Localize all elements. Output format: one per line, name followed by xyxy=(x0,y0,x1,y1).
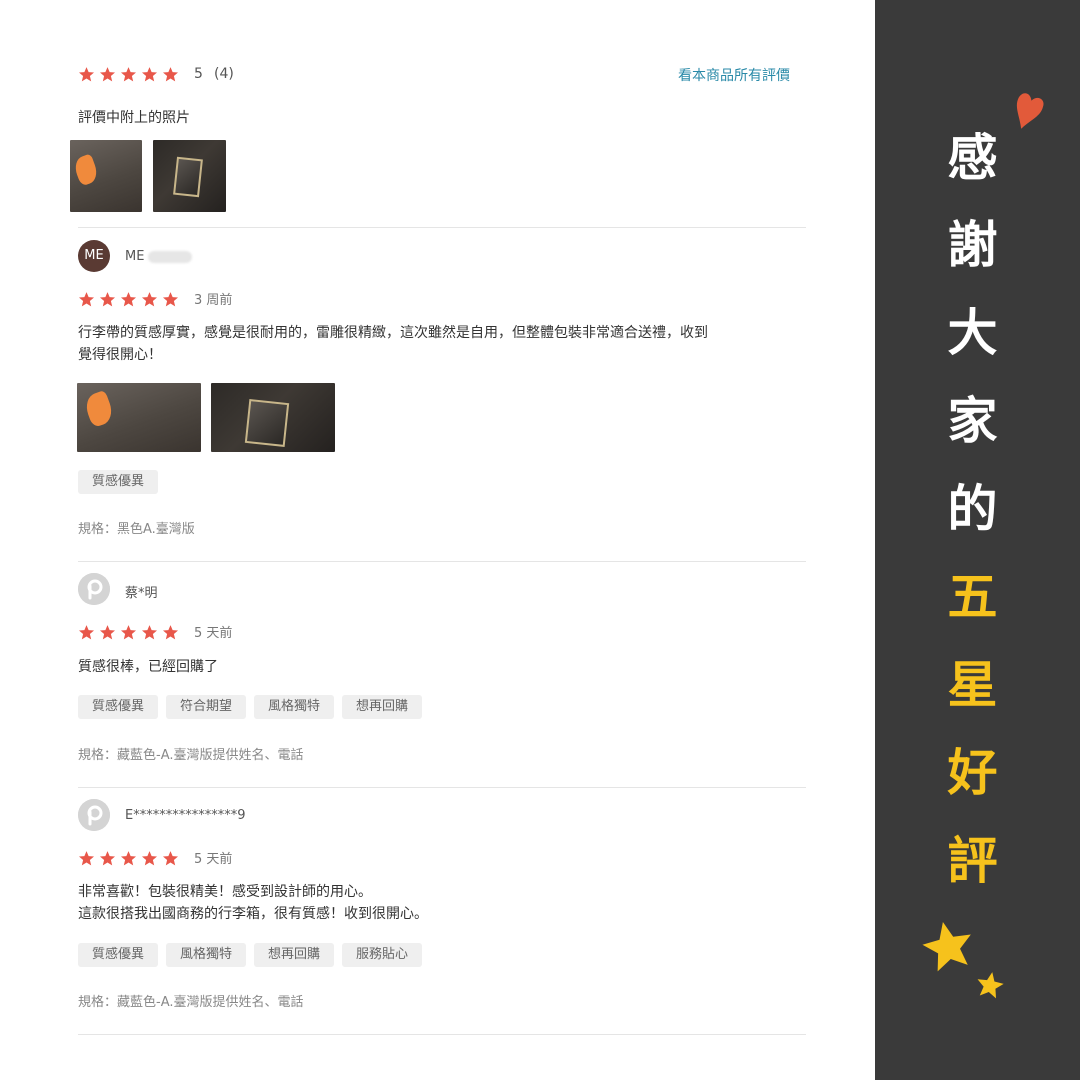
review-time: 5 天前 xyxy=(194,852,233,867)
banner-char: 謝 xyxy=(947,216,998,274)
summary-review-count: (4) xyxy=(214,66,234,82)
banner-char: 感 xyxy=(947,129,998,187)
reviewer-name: E****************9 xyxy=(125,808,246,823)
review-stars xyxy=(78,850,179,867)
review-time: 3 周前 xyxy=(194,293,233,308)
tag[interactable]: 風格獨特 xyxy=(166,943,247,967)
banner-char: 評 xyxy=(947,832,998,890)
tag[interactable]: 風格獨特 xyxy=(254,695,335,719)
banner-char: 家 xyxy=(947,392,998,450)
star-decoration-icon xyxy=(977,972,1004,999)
review-time: 5 天前 xyxy=(194,626,233,641)
avatar-placeholder-icon xyxy=(78,799,110,831)
star-icon xyxy=(162,66,179,83)
star-icon xyxy=(120,624,137,641)
review-photos-title: 評價中附上的照片 xyxy=(78,110,190,126)
review-text: 非常喜歡！包裝很精美！感受到設計師的用心。 這款很搭我出國商務的行李箱，很有質感… xyxy=(78,881,808,925)
star-icon xyxy=(162,624,179,641)
summary-stars xyxy=(78,66,179,83)
rating-summary: 5 (4) 看本商品所有評價 xyxy=(78,64,793,86)
star-icon xyxy=(78,624,95,641)
star-icon xyxy=(99,291,116,308)
tag[interactable]: 想再回購 xyxy=(342,695,423,719)
star-icon xyxy=(120,291,137,308)
review-photo-thumbnail[interactable] xyxy=(70,140,142,212)
star-icon xyxy=(120,66,137,83)
review-photo[interactable] xyxy=(77,383,201,452)
review-text-line: 非常喜歡！包裝很精美！感受到設計師的用心。 xyxy=(78,884,372,900)
star-icon xyxy=(78,850,95,867)
star-icon xyxy=(141,850,158,867)
product-spec: 規格：黑色A.臺灣版 xyxy=(78,522,195,537)
review-photo-thumbnail[interactable] xyxy=(153,140,226,212)
reviews-panel: 5 (4) 看本商品所有評價 評價中附上的照片 ME ME 3 周前 行李帶的質… xyxy=(0,0,875,1080)
star-icon xyxy=(162,850,179,867)
review-tags: 質感優異 符合期望 風格獨特 想再回購 xyxy=(78,695,423,719)
tag[interactable]: 符合期望 xyxy=(166,695,247,719)
heart-icon xyxy=(1016,93,1044,129)
review-stars xyxy=(78,624,179,641)
summary-score: 5 xyxy=(194,66,203,82)
review-text: 質感很棒，已經回購了 xyxy=(78,656,808,678)
banner-char: 大 xyxy=(947,304,998,362)
divider xyxy=(78,1034,806,1035)
review-tags: 質感優異 風格獨特 想再回購 服務貼心 xyxy=(78,943,423,967)
reviewer-name: ME xyxy=(125,249,193,264)
star-icon xyxy=(120,850,137,867)
star-icon xyxy=(78,66,95,83)
thanks-banner: 感 謝 大 家 的 五 星 好 評 xyxy=(875,0,1080,1080)
review-text: 行李帶的質感厚實，感覺是很耐用的，雷雕很精緻，這次雖然是自用，但整體包裝非常適合… xyxy=(78,322,808,366)
star-icon xyxy=(141,66,158,83)
star-icon xyxy=(99,624,116,641)
product-spec: 規格：藏藍色-A.臺灣版提供姓名、電話 xyxy=(78,748,304,763)
review-photo[interactable] xyxy=(211,383,335,452)
star-icon xyxy=(99,850,116,867)
banner-char: 五 xyxy=(947,568,998,626)
review-stars xyxy=(78,291,179,308)
review-text-line: 質感很棒，已經回購了 xyxy=(78,659,218,675)
star-icon xyxy=(162,291,179,308)
review-text-line: 這款很搭我出國商務的行李箱，很有質感！收到很開心。 xyxy=(78,906,428,922)
divider xyxy=(78,787,806,788)
product-spec: 規格：藏藍色-A.臺灣版提供姓名、電話 xyxy=(78,995,304,1010)
review-rating: 5 天前 xyxy=(78,848,232,867)
banner-char: 好 xyxy=(947,744,998,802)
blurred-name xyxy=(148,250,193,263)
star-decoration-icon xyxy=(922,922,971,972)
tag[interactable]: 服務貼心 xyxy=(342,943,423,967)
divider xyxy=(78,561,806,562)
review-tags: 質感優異 xyxy=(78,470,159,494)
banner-char: 的 xyxy=(947,480,998,538)
tag[interactable]: 想再回購 xyxy=(254,943,335,967)
tag[interactable]: 質感優異 xyxy=(78,695,159,719)
review-rating: 5 天前 xyxy=(78,622,232,641)
star-icon xyxy=(141,291,158,308)
tag[interactable]: 質感優異 xyxy=(78,470,159,494)
star-icon xyxy=(141,624,158,641)
avatar: ME xyxy=(78,240,110,272)
all-reviews-link[interactable]: 看本商品所有評價 xyxy=(678,65,790,85)
avatar-placeholder-icon xyxy=(78,573,110,605)
reviewer-name: 蔡*明 xyxy=(125,586,158,601)
banner-char: 星 xyxy=(947,656,998,714)
review-rating: 3 周前 xyxy=(78,289,232,308)
star-icon xyxy=(99,66,116,83)
review-text-line: 行李帶的質感厚實，感覺是很耐用的，雷雕很精緻，這次雖然是自用，但整體包裝非常適合… xyxy=(78,325,708,341)
reviewer-name-text: ME xyxy=(125,249,145,264)
tag[interactable]: 質感優異 xyxy=(78,943,159,967)
divider xyxy=(78,227,806,228)
review-text-line: 覺得很開心！ xyxy=(78,347,162,363)
star-icon xyxy=(78,291,95,308)
